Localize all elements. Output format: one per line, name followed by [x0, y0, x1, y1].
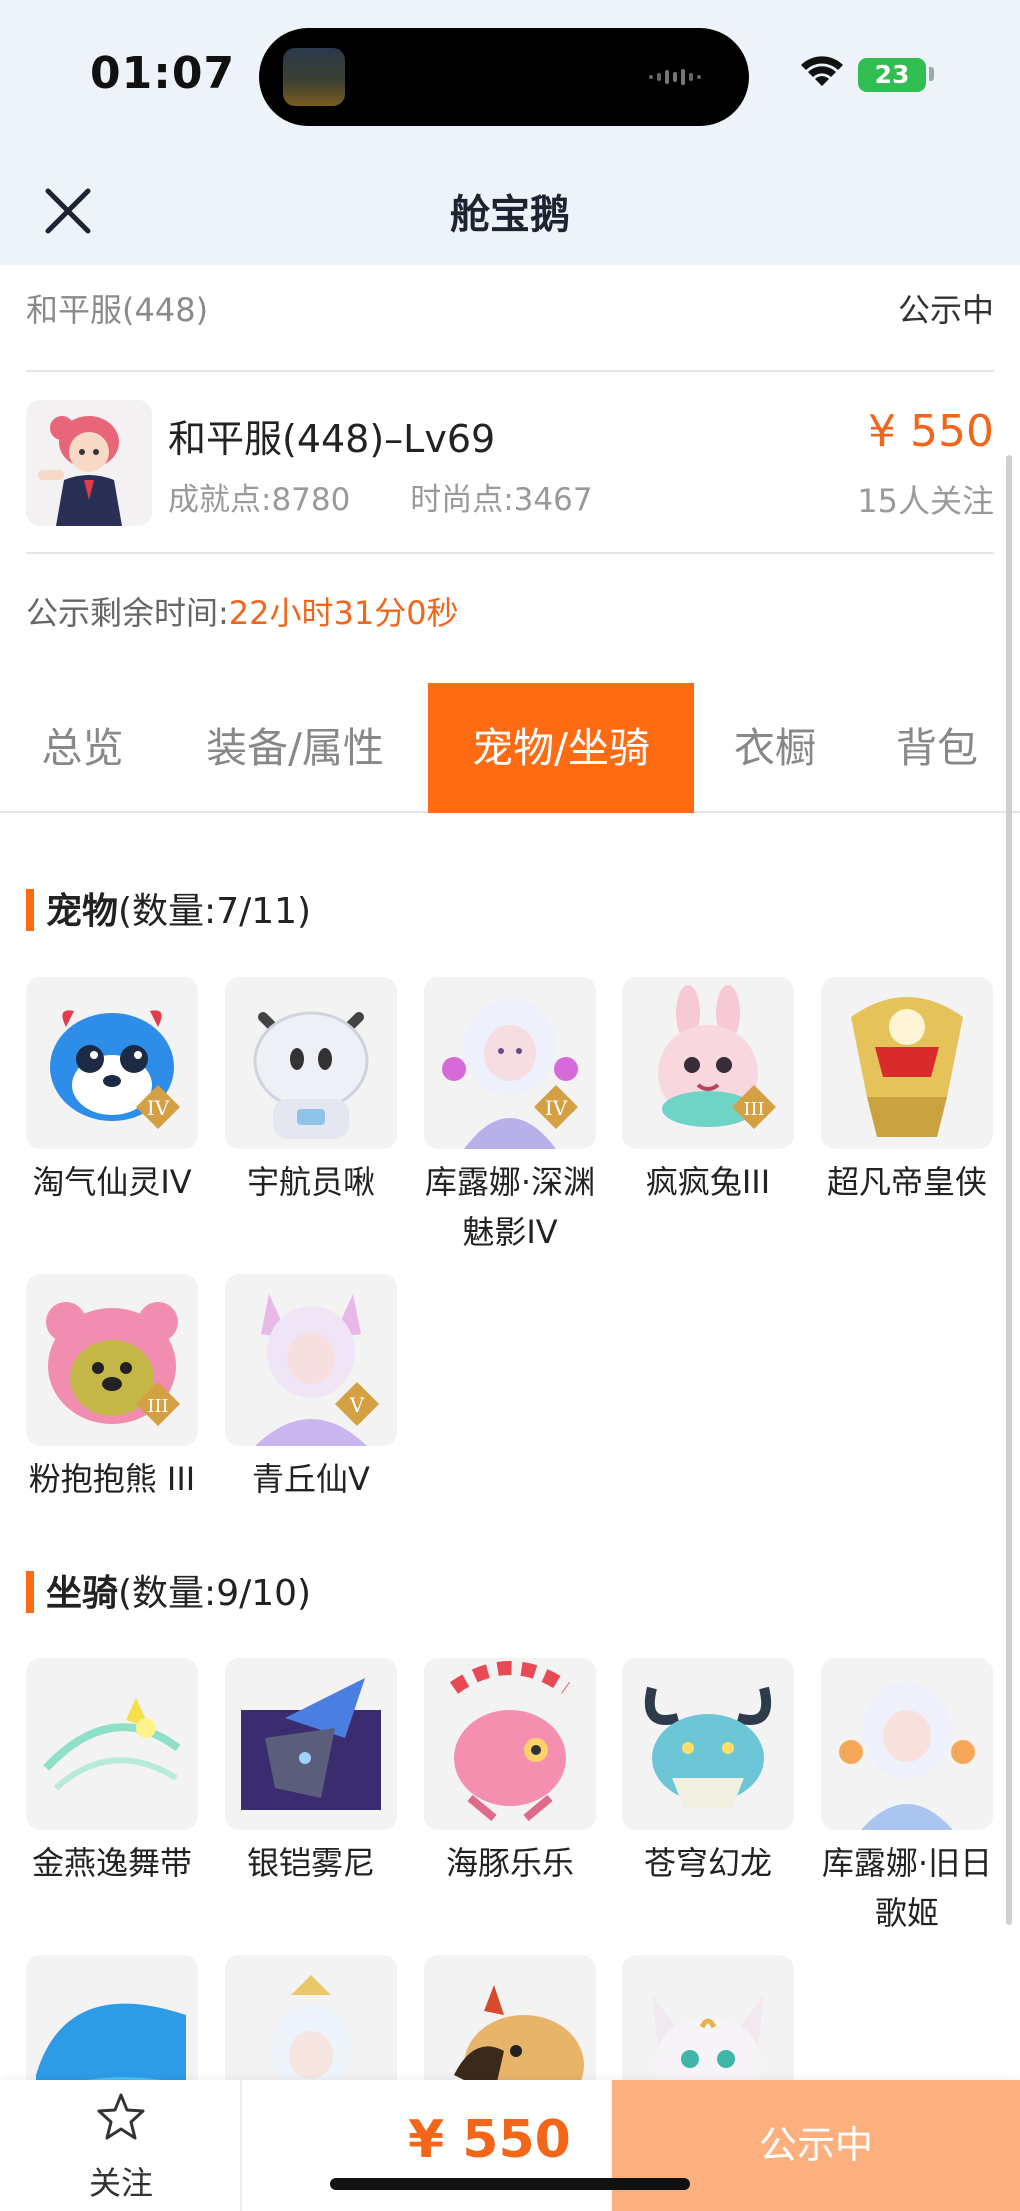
- follow-button[interactable]: 关注: [0, 2080, 242, 2211]
- tab-overview[interactable]: 总览: [0, 683, 165, 813]
- mount-item[interactable]: 库露娜·旧日歌姬: [821, 1658, 993, 1938]
- golden-armor-pet-icon: [821, 977, 993, 1149]
- pet-item[interactable]: III 粉抱抱熊 III: [26, 1274, 198, 1504]
- tab-bar: 总览 装备/属性 宠物/坐骑 衣橱 背包: [0, 683, 1020, 813]
- character-price: ¥ 550: [868, 406, 994, 457]
- pet-name: 宇航员啾: [246, 1163, 375, 1201]
- sky-dragon-mount-icon: [622, 1658, 794, 1830]
- mount-item[interactable]: 金燕逸舞带: [26, 1658, 198, 1888]
- home-indicator: [330, 2178, 690, 2190]
- star-icon: [97, 2093, 145, 2140]
- mount-name: 苍穹幻龙: [643, 1844, 772, 1882]
- character-stats: 成就点:8780 时尚点:3467: [168, 474, 643, 519]
- dolphin-mount-icon: [424, 1658, 596, 1830]
- pet-name: 淘气仙灵IV: [32, 1163, 192, 1201]
- pet-item[interactable]: 超凡帝皇侠: [821, 977, 993, 1207]
- achievement-points: 成就点:8780: [168, 482, 351, 518]
- pet-name: 粉抱抱熊 III: [28, 1460, 196, 1498]
- character-name: 和平服(448)–Lv69: [168, 417, 496, 461]
- svg-text:III: III: [147, 1396, 168, 1417]
- astronaut-pet-icon: [225, 977, 397, 1149]
- now-playing-thumbnail: [283, 48, 345, 106]
- bottom-action-bar: 关注 ¥ 550 公示中: [0, 2080, 1020, 2211]
- battery-tip: [929, 67, 934, 81]
- pet-item[interactable]: 宇航员啾: [225, 977, 397, 1207]
- follow-label: 关注: [88, 2164, 153, 2202]
- publicity-status-button[interactable]: 公示中: [612, 2080, 1020, 2211]
- golden-swallow-mount-icon: [26, 1658, 198, 1830]
- server-row: 和平服(448) 公示中: [26, 265, 994, 372]
- mounts-count: (数量:9/10): [118, 1573, 312, 1614]
- grade-badge: III: [136, 1382, 180, 1426]
- pet-name: 超凡帝皇侠: [826, 1163, 987, 1201]
- server-name: 和平服(448): [26, 291, 209, 329]
- silver-armor-mount-icon: [225, 1658, 397, 1830]
- audio-wave-icon: [649, 69, 701, 85]
- fox-fairy-pet-icon: V: [225, 1274, 397, 1446]
- grade-badge: IV: [136, 1085, 180, 1129]
- publicity-status: 公示中: [897, 291, 994, 329]
- pet-item[interactable]: III 疯疯兔III: [622, 977, 794, 1207]
- blue-dog-pet-icon: IV: [26, 977, 198, 1149]
- publicity-countdown: 公示剩余时间:22小时31分0秒: [26, 588, 459, 634]
- pink-bear-pet-icon: III: [26, 1274, 198, 1446]
- mount-item[interactable]: 苍穹幻龙: [622, 1658, 794, 1888]
- battery-indicator: 23: [858, 58, 926, 92]
- pet-name: 疯疯兔III: [645, 1163, 771, 1201]
- grade-badge: IV: [534, 1085, 578, 1129]
- tab-equipment[interactable]: 装备/属性: [180, 683, 410, 813]
- svg-text:IV: IV: [147, 1096, 170, 1120]
- mount-name: 金燕逸舞带: [31, 1844, 192, 1882]
- singer-mount-icon: [821, 1658, 993, 1830]
- mounts-section-title: 坐骑(数量:9/10): [26, 1564, 311, 1616]
- character-card[interactable]: 和平服(448)–Lv69 成就点:8780 时尚点:3467 ¥ 550 15…: [26, 374, 994, 554]
- dynamic-island: [259, 28, 749, 126]
- tab-wardrobe[interactable]: 衣橱: [700, 683, 850, 813]
- top-bar: 01:07 23 舱宝鹅: [0, 0, 1020, 265]
- tab-backpack[interactable]: 背包: [862, 683, 1012, 813]
- page-title: 舱宝鹅: [450, 192, 570, 238]
- mount-name: 海豚乐乐: [445, 1844, 574, 1882]
- fashion-points: 时尚点:3467: [410, 482, 593, 518]
- svg-text:V: V: [349, 1393, 365, 1417]
- pet-item[interactable]: V 青丘仙V: [225, 1274, 397, 1504]
- mount-name: 银铠雾尼: [246, 1844, 375, 1882]
- bottom-price: ¥ 550: [408, 2110, 571, 2170]
- follower-count: 15人关注: [857, 482, 994, 520]
- pet-item[interactable]: IV 库露娜·深渊魅影IV: [424, 977, 596, 1257]
- pets-section-title: 宠物(数量:7/11): [26, 882, 311, 934]
- countdown-label: 公示剩余时间:: [26, 594, 229, 632]
- status-time: 01:07: [90, 48, 236, 99]
- wifi-icon: [801, 56, 843, 86]
- character-avatar: [26, 400, 152, 526]
- grade-badge: III: [732, 1085, 776, 1129]
- tab-pets-mounts[interactable]: 宠物/坐骑: [428, 683, 694, 813]
- mount-item[interactable]: 银铠雾尼: [225, 1658, 397, 1888]
- scrollbar[interactable]: [1006, 455, 1012, 1925]
- pet-name: 库露娜·深渊魅影IV: [424, 1163, 596, 1251]
- countdown-value: 22小时31分0秒: [228, 594, 459, 632]
- pet-item[interactable]: IV 淘气仙灵IV: [26, 977, 198, 1207]
- pink-rabbit-pet-icon: III: [622, 977, 794, 1149]
- mount-name: 库露娜·旧日歌姬: [821, 1844, 993, 1932]
- pets-count: (数量:7/11): [118, 891, 312, 932]
- mount-item[interactable]: 海豚乐乐: [424, 1658, 596, 1888]
- svg-text:III: III: [743, 1099, 764, 1120]
- svg-text:IV: IV: [545, 1096, 568, 1120]
- white-hair-girl-pet-icon: IV: [424, 977, 596, 1149]
- pet-name: 青丘仙V: [252, 1460, 370, 1498]
- grade-badge: V: [335, 1382, 379, 1426]
